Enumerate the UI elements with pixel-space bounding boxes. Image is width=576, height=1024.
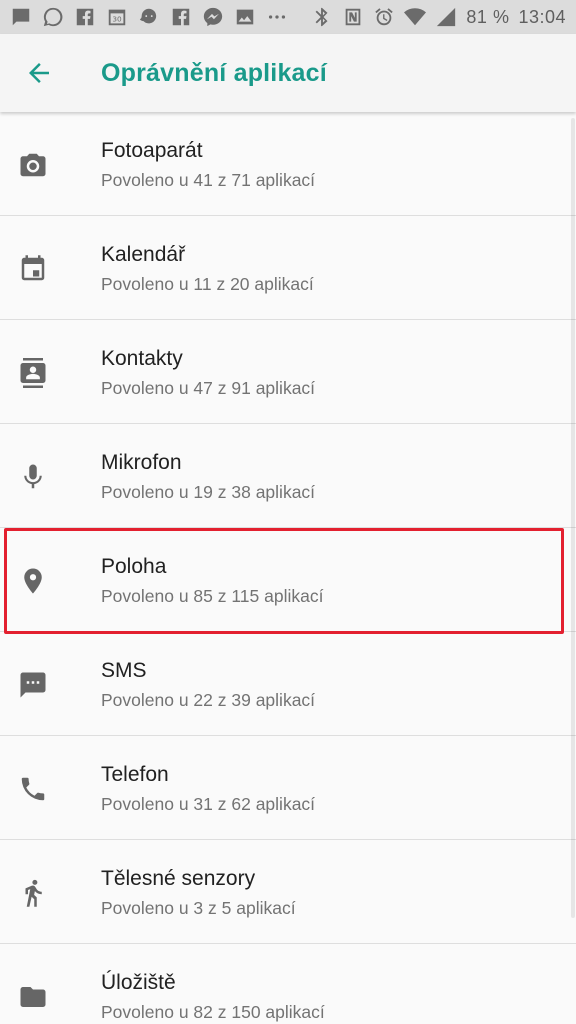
- page-title: Oprávnění aplikací: [101, 58, 327, 87]
- clock: 13:04: [518, 6, 566, 27]
- permission-item-location[interactable]: Poloha Povoleno u 85 z 115 aplikací: [0, 528, 576, 632]
- wifi-icon: [404, 6, 427, 28]
- arrow-back-icon: [29, 63, 49, 83]
- permission-item-phone[interactable]: Telefon Povoleno u 31 z 62 aplikací: [0, 736, 576, 840]
- permission-item-contacts[interactable]: Kontakty Povoleno u 47 z 91 aplikací: [0, 320, 576, 424]
- image-icon: [234, 6, 256, 28]
- back-button[interactable]: [0, 34, 78, 112]
- battery-percentage: 81 %: [466, 6, 510, 27]
- permission-title: Tělesné senzory: [101, 867, 256, 890]
- camera-icon: [14, 146, 52, 184]
- permission-item-sms[interactable]: SMS Povoleno u 22 z 39 aplikací: [0, 632, 576, 736]
- permission-title: Mikrofon: [101, 451, 182, 474]
- permission-item-camera[interactable]: Fotoaparát Povoleno u 41 z 71 aplikací: [0, 112, 576, 216]
- body-sensors-icon: [14, 874, 52, 912]
- permission-subtitle: Povoleno u 11 z 20 aplikací: [101, 274, 314, 294]
- status-bar: 30 81 % 13:04: [0, 0, 576, 34]
- calendar-30-icon: 30: [106, 6, 128, 28]
- permission-title: Telefon: [101, 763, 169, 786]
- permission-item-body-sensors[interactable]: Tělesné senzory Povoleno u 3 z 5 aplikac…: [0, 840, 576, 944]
- calendar-icon: [14, 250, 52, 288]
- scrollbar[interactable]: [571, 118, 575, 918]
- messenger-icon: [202, 6, 224, 28]
- permission-subtitle: Povoleno u 82 z 150 aplikací: [101, 1002, 325, 1022]
- system-icons: 81 % 13:04: [311, 6, 566, 28]
- app-bar: Oprávnění aplikací: [0, 34, 576, 112]
- permission-subtitle: Povoleno u 31 z 62 aplikací: [101, 794, 316, 814]
- waze-icon: [138, 6, 160, 28]
- facebook-icon: [74, 6, 96, 28]
- permission-subtitle: Povoleno u 85 z 115 aplikací: [101, 586, 324, 606]
- signal-icon: [435, 6, 457, 28]
- message-icon: [10, 6, 32, 28]
- svg-text:30: 30: [112, 15, 122, 24]
- permission-subtitle: Povoleno u 3 z 5 aplikací: [101, 898, 296, 918]
- permission-item-microphone[interactable]: Mikrofon Povoleno u 19 z 38 aplikací: [0, 424, 576, 528]
- permission-subtitle: Povoleno u 41 z 71 aplikací: [101, 170, 316, 190]
- alarm-icon: [373, 6, 395, 28]
- whatsapp-icon: [42, 6, 64, 28]
- nfc-icon: [342, 6, 364, 28]
- permission-title: Kontakty: [101, 347, 183, 370]
- permission-title: Kalendář: [101, 243, 186, 266]
- permission-subtitle: Povoleno u 47 z 91 aplikací: [101, 378, 316, 398]
- location-icon: [14, 562, 52, 600]
- permission-subtitle: Povoleno u 19 z 38 aplikací: [101, 482, 316, 502]
- permission-title: Poloha: [101, 555, 167, 578]
- more-icon: [266, 6, 288, 28]
- microphone-icon: [14, 458, 52, 496]
- contacts-icon: [14, 354, 52, 392]
- permission-title: Úložiště: [101, 971, 176, 994]
- sms-icon: [14, 666, 52, 704]
- phone-icon: [14, 770, 52, 808]
- permission-subtitle: Povoleno u 22 z 39 aplikací: [101, 690, 316, 710]
- permission-item-calendar[interactable]: Kalendář Povoleno u 11 z 20 aplikací: [0, 216, 576, 320]
- notification-icons: 30: [10, 6, 288, 28]
- facebook-icon: [170, 6, 192, 28]
- permission-title: SMS: [101, 659, 147, 682]
- storage-icon: [14, 978, 52, 1016]
- permission-list: Fotoaparát Povoleno u 41 z 71 aplikací K…: [0, 112, 576, 1024]
- bluetooth-icon: [311, 6, 333, 28]
- permission-item-storage[interactable]: Úložiště Povoleno u 82 z 150 aplikací: [0, 944, 576, 1024]
- permission-title: Fotoaparát: [101, 139, 203, 162]
